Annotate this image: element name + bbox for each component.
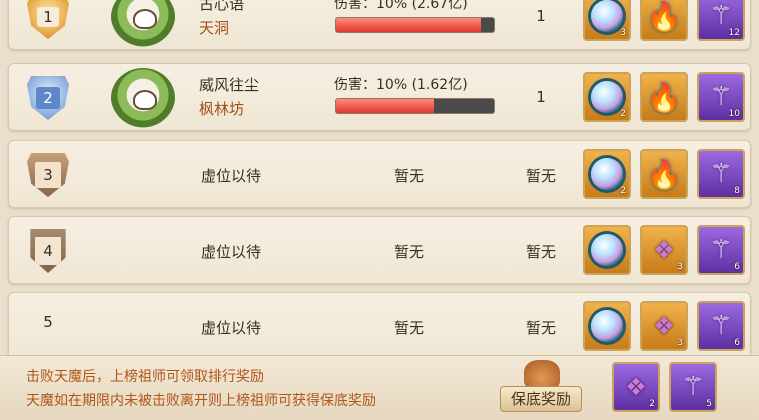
kill-count: 1 bbox=[536, 88, 546, 106]
reward-qty: 8 bbox=[734, 186, 740, 196]
reward-slot[interactable]: ❖ 3 bbox=[640, 225, 688, 275]
rank-number: 1 bbox=[37, 7, 59, 27]
reward-qty: 3 bbox=[677, 338, 683, 348]
guild-name: 枫林坊 bbox=[199, 100, 245, 118]
rank-row-1: 1 古心语 天洞 伤害：10% (2.67亿) 1 3 🔥 ⚚ 12 bbox=[8, 0, 751, 50]
damage-empty: 暂无 bbox=[394, 167, 425, 185]
reward-qty: 2 bbox=[620, 109, 626, 119]
reward-slot[interactable]: ❖ 3 bbox=[640, 301, 688, 351]
player-avatar[interactable] bbox=[111, 0, 175, 47]
kill-count: 暂无 bbox=[525, 319, 556, 337]
kill-count: 暂无 bbox=[525, 243, 556, 261]
blue-flame-icon: 🔥 bbox=[646, 0, 682, 33]
footer-note-ranking: 击败天魔后，上榜祖师可领取排行奖励 bbox=[26, 369, 264, 385]
reward-slot[interactable]: ⚚ 12 bbox=[697, 0, 745, 41]
damage-progress-fill bbox=[336, 99, 434, 113]
reward-qty: 5 bbox=[706, 399, 712, 409]
reward-slot[interactable]: ⚚ 5 bbox=[669, 362, 717, 412]
reward-slot[interactable]: 🔥 bbox=[640, 149, 688, 199]
reward-qty: 12 bbox=[728, 28, 740, 38]
damage-progress-bar bbox=[335, 98, 495, 114]
crystal-orb-icon bbox=[585, 303, 629, 349]
rank-row-3: 3 虚位以待 暂无 暂无 2 🔥 ⚚ 8 bbox=[8, 140, 751, 208]
reward-qty: 3 bbox=[620, 28, 626, 38]
rank-number: 3 bbox=[35, 162, 61, 188]
ranking-list: 1 古心语 天洞 伤害：10% (2.67亿) 1 3 🔥 ⚚ 12 2 威风往尘… bbox=[0, 0, 759, 360]
damage-empty: 暂无 bbox=[394, 319, 425, 337]
guarantee-reward-button[interactable]: 保底奖励 bbox=[500, 360, 582, 416]
reward-slot[interactable]: 🔥 bbox=[640, 0, 688, 41]
reward-slot[interactable]: ⚚ 6 bbox=[697, 301, 745, 351]
guild-name: 天洞 bbox=[199, 19, 230, 37]
rank-row-4: 4 虚位以待 暂无 暂无 ❖ 3 ⚚ 6 bbox=[8, 216, 751, 284]
reward-qty: 2 bbox=[620, 186, 626, 196]
kill-count: 暂无 bbox=[525, 167, 556, 185]
damage-label: 伤害：10% (1.62亿) bbox=[334, 77, 468, 93]
reward-slot[interactable]: 3 bbox=[583, 0, 631, 41]
bronze-rank-badge-icon: 3 bbox=[27, 153, 69, 197]
damage-progress-fill bbox=[336, 18, 482, 32]
crystal-orb-icon bbox=[585, 227, 629, 273]
damage-empty: 暂无 bbox=[394, 243, 425, 261]
guarantee-reward-label: 保底奖励 bbox=[500, 386, 582, 412]
reward-slot[interactable]: ⚚ 8 bbox=[697, 149, 745, 199]
reward-qty: 6 bbox=[734, 338, 740, 348]
vacant-placeholder: 虚位以待 bbox=[201, 319, 262, 337]
reward-slot[interactable] bbox=[583, 225, 631, 275]
footer-note-guarantee: 天魔如在期限内未被击败离开则上榜祖师可获得保底奖励 bbox=[26, 393, 376, 409]
reward-qty: 3 bbox=[677, 262, 683, 272]
player-name: 古心语 bbox=[199, 0, 245, 13]
reward-slot[interactable]: 2 bbox=[583, 149, 631, 199]
silver-rank-badge-icon: 2 bbox=[27, 76, 69, 120]
reward-qty: 10 bbox=[728, 109, 740, 119]
reward-qty: 2 bbox=[649, 399, 655, 409]
gold-rank-badge-icon: 1 bbox=[27, 0, 69, 39]
damage-progress-bar bbox=[335, 17, 495, 33]
damage-label: 伤害：10% (2.67亿) bbox=[334, 0, 468, 12]
reward-slot[interactable] bbox=[583, 301, 631, 351]
reward-footer: 击败天魔后，上榜祖师可领取排行奖励 天魔如在期限内未被击败离开则上榜祖师可获得保… bbox=[0, 355, 759, 420]
reward-qty: 6 bbox=[734, 262, 740, 272]
vacant-placeholder: 虚位以待 bbox=[201, 243, 262, 261]
reward-slot[interactable]: ⚚ 6 bbox=[697, 225, 745, 275]
blue-flame-icon: 🔥 bbox=[646, 157, 682, 191]
plain-rank-badge-icon: 4 bbox=[30, 229, 66, 273]
player-avatar[interactable] bbox=[111, 68, 175, 128]
rank-number: 4 bbox=[35, 237, 61, 265]
rank-row-2: 2 威风往尘 枫林坊 伤害：10% (1.62亿) 1 2 🔥 ⚚ 10 bbox=[8, 63, 751, 131]
player-name: 威风往尘 bbox=[199, 76, 260, 94]
rank-number: 5 bbox=[43, 313, 53, 331]
vacant-placeholder: 虚位以待 bbox=[201, 167, 262, 185]
reward-slot[interactable]: 🔥 bbox=[640, 72, 688, 122]
reward-slot[interactable]: ❖ 2 bbox=[612, 362, 660, 412]
rank-number: 2 bbox=[36, 87, 60, 109]
blue-flame-icon: 🔥 bbox=[646, 80, 682, 114]
kill-count: 1 bbox=[536, 7, 546, 25]
reward-slot[interactable]: 2 bbox=[583, 72, 631, 122]
reward-slot[interactable]: ⚚ 10 bbox=[697, 72, 745, 122]
rank-row-5: 5 虚位以待 暂无 暂无 ❖ 3 ⚚ 6 bbox=[8, 292, 751, 360]
